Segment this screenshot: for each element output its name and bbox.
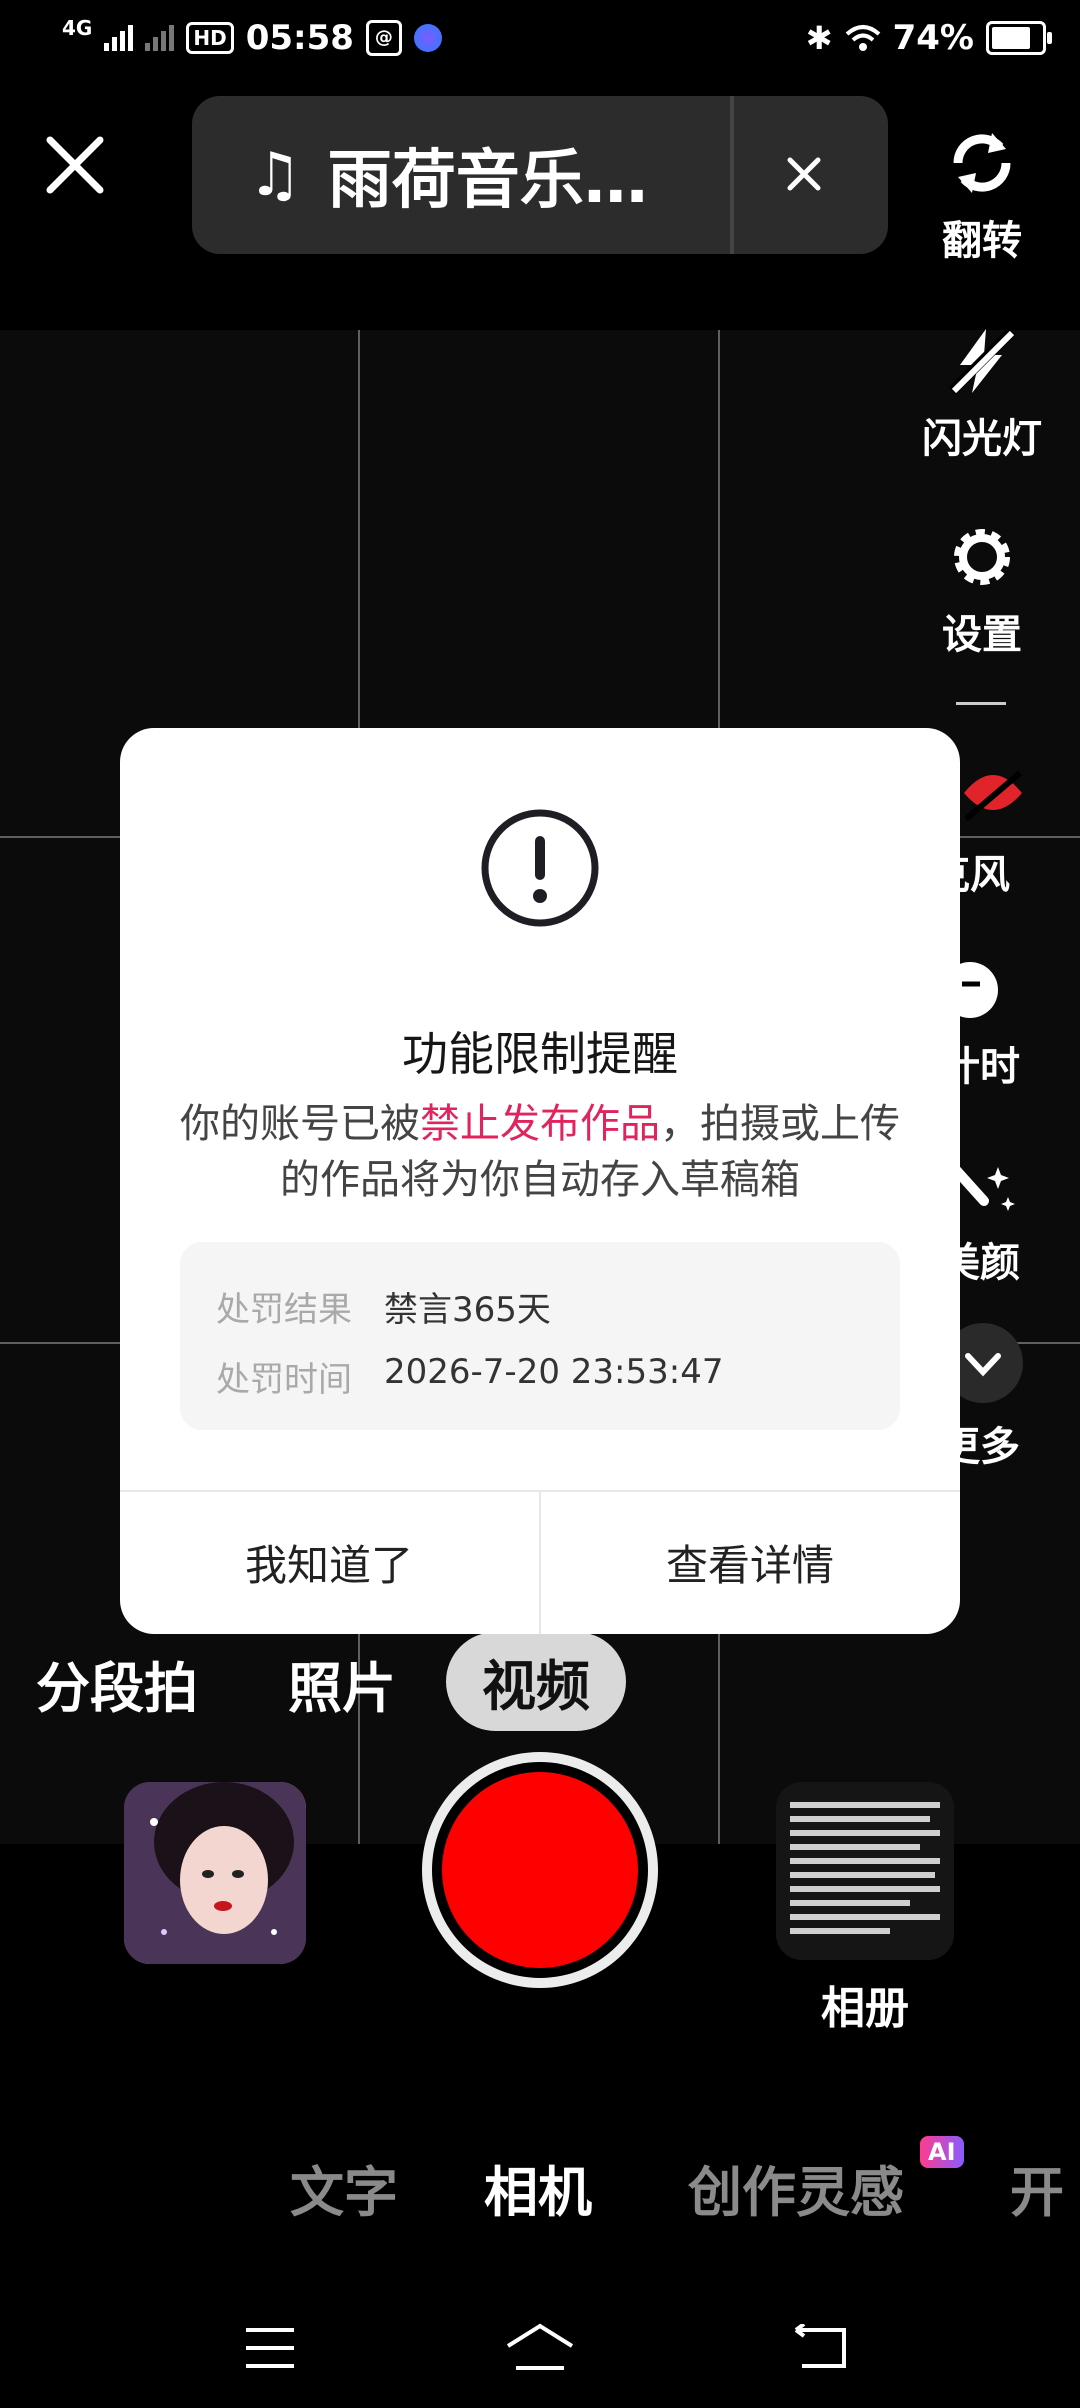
battery-icon: [986, 21, 1052, 55]
warning-icon: [481, 809, 599, 927]
signal-2-icon: [145, 25, 175, 51]
flip-icon: [912, 118, 1052, 208]
penalty-time-row: 处罚时间 2026-7-20 23:53:47: [216, 1352, 723, 1401]
tools-divider: [956, 702, 1006, 705]
menu-icon[interactable]: [244, 2326, 296, 2370]
penalty-info: 处罚结果 禁言365天 处罚时间 2026-7-20 23:53:47: [180, 1242, 900, 1430]
flash-off-icon: [912, 316, 1052, 406]
flash-label: 闪光灯: [922, 416, 1042, 462]
status-time: 05:58: [245, 18, 354, 58]
record-button[interactable]: [442, 1772, 638, 1968]
remove-music-icon[interactable]: [772, 142, 836, 206]
mode-photo[interactable]: 照片: [288, 1644, 396, 1723]
message-prefix: 你的账号已被: [180, 1101, 420, 1147]
message-highlight: 禁止发布作品: [420, 1101, 660, 1147]
pill-divider: [730, 96, 734, 254]
battery-percent: 74%: [892, 18, 974, 58]
home-icon[interactable]: [504, 2322, 576, 2372]
dialog-message: 你的账号已被禁止发布作品，拍摄或上传的作品将为你自动存入草稿箱: [180, 1096, 900, 1208]
network-type: 4G: [62, 16, 93, 40]
mode-segment[interactable]: 分段拍: [36, 1644, 198, 1723]
flip-camera-button[interactable]: 翻转: [912, 118, 1052, 266]
status-bar: 4G HD 05:58 @ ✱ 74%: [0, 0, 1080, 84]
signal-icon: [104, 25, 134, 51]
tab-live[interactable]: 开: [1010, 2148, 1064, 2227]
bluetooth-icon: ✱: [805, 19, 833, 57]
penalty-result-row: 处罚结果 禁言365天: [216, 1282, 551, 1331]
ai-badge: AI: [920, 2136, 964, 2168]
view-details-button[interactable]: 查看详情: [541, 1492, 959, 1632]
restriction-dialog: 功能限制提醒 你的账号已被禁止发布作品，拍摄或上传的作品将为你自动存入草稿箱 处…: [120, 728, 960, 1634]
album-label[interactable]: 相册: [780, 1972, 950, 2036]
effects-thumbnail[interactable]: [124, 1782, 306, 1964]
status-right: ✱ 74%: [805, 18, 1052, 58]
penalty-result-value: 禁言365天: [384, 1290, 551, 1330]
flip-label: 翻转: [942, 218, 1022, 264]
music-note-icon: ♫: [248, 140, 302, 210]
penalty-time-label: 处罚时间: [216, 1360, 352, 1400]
album-preview-image: [776, 1782, 954, 1960]
gear-icon: [912, 512, 1052, 602]
tab-inspiration[interactable]: 创作灵感: [688, 2148, 904, 2227]
close-icon[interactable]: [40, 130, 110, 200]
settings-label: 设置: [942, 612, 1022, 658]
album-thumbnail[interactable]: [776, 1782, 954, 1960]
dialog-title: 功能限制提醒: [402, 1027, 678, 1081]
back-icon[interactable]: [792, 2324, 848, 2372]
wifi-icon: [845, 25, 880, 51]
mode-video[interactable]: 视频: [446, 1632, 626, 1731]
status-left: 4G HD 05:58 @: [62, 18, 442, 58]
penalty-time-value: 2026-7-20 23:53:47: [384, 1352, 724, 1392]
tab-text[interactable]: 文字: [290, 2148, 398, 2227]
penalty-result-label: 处罚结果: [216, 1290, 352, 1330]
tab-camera[interactable]: 相机: [484, 2148, 592, 2227]
app-icon: [413, 24, 442, 52]
flash-button[interactable]: 闪光灯: [912, 316, 1052, 464]
portrait-image: [124, 1782, 306, 1964]
music-selector[interactable]: ♫ 雨荷音乐…: [192, 96, 888, 254]
system-nav-bar: [0, 2286, 1080, 2408]
notification-icon: @: [365, 20, 402, 56]
ok-button[interactable]: 我知道了: [120, 1492, 538, 1632]
hd-voice-icon: HD: [186, 22, 234, 54]
music-title: 雨荷音乐…: [327, 144, 648, 218]
settings-button[interactable]: 设置: [912, 512, 1052, 660]
